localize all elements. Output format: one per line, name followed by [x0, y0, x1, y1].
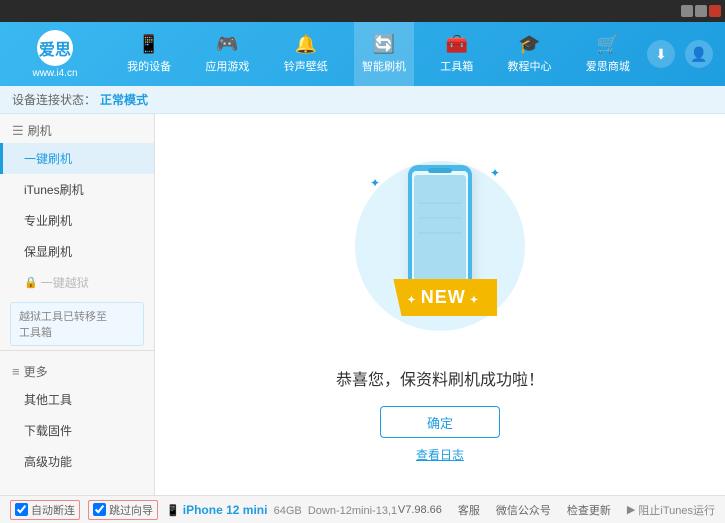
status-value: 正常模式	[100, 91, 148, 108]
sidebar-item-other-tools[interactable]: 其他工具	[0, 384, 154, 415]
toolbox-icon: 🧰	[446, 34, 468, 55]
sidebar-item-jailbreak: 🔒 一键越狱	[0, 267, 154, 298]
sparkle-icon-2: ✦	[490, 166, 500, 180]
nav-mall[interactable]: 🛒 爱思商城	[578, 22, 638, 86]
sparkle-icon-1: ✦	[370, 176, 380, 190]
itunes-status: ▶ 阻止iTunes运行	[627, 502, 715, 518]
auto-disconnect-label: 自动断连	[31, 502, 75, 518]
logo-icon: 爱思	[37, 30, 73, 66]
nav-bar: 📱 我的设备 🎮 应用游戏 🔔 铃声壁纸 🔄 智能刷机 🧰 工具箱 🎓 教程中心…	[110, 22, 647, 86]
flash-section-label: 刷机	[28, 122, 52, 139]
jailbreak-label: 一键越狱	[41, 274, 89, 291]
skip-wizard-input[interactable]	[93, 503, 106, 516]
minimize-button[interactable]	[681, 5, 693, 17]
wechat-official-link[interactable]: 微信公众号	[496, 502, 551, 518]
user-button[interactable]: 👤	[685, 40, 713, 68]
ringtone-label: 铃声壁纸	[284, 58, 328, 74]
toolbox-label: 工具箱	[440, 58, 473, 74]
logo-url: www.i4.cn	[32, 68, 77, 79]
sidebar-section-flash: ☰ 刷机	[0, 114, 154, 143]
logo-area: 爱思 www.i4.cn	[0, 30, 110, 79]
nav-smart-flash[interactable]: 🔄 智能刷机	[354, 22, 414, 86]
success-title: 恭喜您，保资料刷机成功啦！	[336, 366, 544, 390]
nav-ringtone-wallpaper[interactable]: 🔔 铃声壁纸	[276, 22, 336, 86]
note-text: 越狱工具已转移至工具箱	[19, 311, 107, 339]
auto-disconnect-input[interactable]	[15, 503, 28, 516]
app-games-icon: 🎮	[216, 34, 238, 55]
nav-right-buttons: ⬇ 👤	[647, 40, 725, 68]
smart-flash-icon: 🔄	[373, 34, 395, 55]
sidebar-divider	[0, 350, 154, 351]
device-model: Down-12mini-13,1	[308, 505, 397, 517]
app-games-label: 应用游戏	[205, 58, 249, 74]
skip-wizard-label: 跳过向导	[109, 502, 153, 518]
download-button[interactable]: ⬇	[647, 40, 675, 68]
smart-flash-label: 智能刷机	[362, 58, 406, 74]
save-flash-label: 保显刷机	[24, 245, 72, 259]
new-banner: NEW	[393, 279, 497, 316]
nav-my-device[interactable]: 📱 我的设备	[119, 22, 179, 86]
main-layout: ☰ 刷机 一键刷机 iTunes刷机 专业刷机 保显刷机 🔒 一键越狱 越狱工具…	[0, 114, 725, 495]
window-controls	[681, 5, 721, 17]
header: 爱思 www.i4.cn 📱 我的设备 🎮 应用游戏 🔔 铃声壁纸 🔄 智能刷机…	[0, 22, 725, 86]
sidebar: ☰ 刷机 一键刷机 iTunes刷机 专业刷机 保显刷机 🔒 一键越狱 越狱工具…	[0, 114, 155, 495]
sidebar-item-one-click-flash[interactable]: 一键刷机	[0, 143, 154, 174]
nav-toolbox[interactable]: 🧰 工具箱	[432, 22, 481, 86]
more-section-label: 更多	[24, 363, 48, 380]
device-storage: 64GB	[271, 505, 305, 517]
bottom-bar: 自动断连 跳过向导 📱 iPhone 12 mini 64GB Down-12m…	[0, 495, 725, 523]
flash-section-icon: ☰	[12, 123, 24, 139]
bottom-left: 自动断连 跳过向导 📱 iPhone 12 mini 64GB Down-12m…	[10, 500, 398, 520]
lock-icon: 🔒	[24, 276, 38, 289]
check-update-link[interactable]: 检查更新	[567, 502, 611, 518]
confirm-button[interactable]: 确定	[380, 406, 500, 438]
tutorial-label: 教程中心	[508, 58, 552, 74]
title-bar	[0, 0, 725, 22]
close-button[interactable]	[709, 5, 721, 17]
more-section-icon: ≡	[12, 364, 20, 379]
content-area: ✦ ✦ NEW	[155, 114, 725, 495]
mall-icon: 🛒	[597, 34, 619, 55]
my-device-label: 我的设备	[127, 58, 171, 74]
sidebar-item-advanced[interactable]: 高级功能	[0, 446, 154, 477]
other-tools-label: 其他工具	[24, 393, 72, 407]
device-name: iPhone 12 mini	[183, 503, 268, 517]
auto-disconnect-checkbox[interactable]: 自动断连	[10, 500, 80, 520]
ringtone-icon: 🔔	[294, 34, 316, 55]
itunes-status-icon: ▶	[627, 503, 635, 516]
itunes-status-label: 阻止iTunes运行	[638, 502, 715, 518]
itunes-flash-label: iTunes刷机	[24, 183, 84, 197]
skip-wizard-checkbox[interactable]: 跳过向导	[88, 500, 158, 520]
mall-label: 爱思商城	[586, 58, 630, 74]
success-illustration: ✦ ✦ NEW	[340, 146, 540, 346]
sidebar-item-download-firmware[interactable]: 下载固件	[0, 415, 154, 446]
nav-app-games[interactable]: 🎮 应用游戏	[197, 22, 257, 86]
version-label: V7.98.66	[398, 504, 442, 516]
my-device-icon: 📱	[138, 34, 160, 55]
one-click-flash-label: 一键刷机	[24, 152, 72, 166]
status-label: 设备连接状态：	[12, 91, 96, 108]
sidebar-item-pro-flash[interactable]: 专业刷机	[0, 205, 154, 236]
sidebar-item-save-flash[interactable]: 保显刷机	[0, 236, 154, 267]
sidebar-item-itunes-flash[interactable]: iTunes刷机	[0, 174, 154, 205]
customer-service-link[interactable]: 客服	[458, 502, 480, 518]
pro-flash-label: 专业刷机	[24, 214, 72, 228]
device-info: 📱 iPhone 12 mini 64GB Down-12mini-13,1	[166, 503, 398, 517]
sidebar-note-jailbreak: 越狱工具已转移至工具箱	[10, 302, 144, 346]
tutorial-icon: 🎓	[518, 34, 540, 55]
status-bar: 设备连接状态： 正常模式	[0, 86, 725, 114]
bottom-right: V7.98.66 客服 微信公众号 检查更新	[398, 502, 611, 518]
view-log-link[interactable]: 查看日志	[416, 446, 464, 463]
nav-tutorial[interactable]: 🎓 教程中心	[500, 22, 560, 86]
sidebar-section-more: ≡ 更多	[0, 355, 154, 384]
advanced-label: 高级功能	[24, 455, 72, 469]
download-firmware-label: 下载固件	[24, 424, 72, 438]
maximize-button[interactable]	[695, 5, 707, 17]
